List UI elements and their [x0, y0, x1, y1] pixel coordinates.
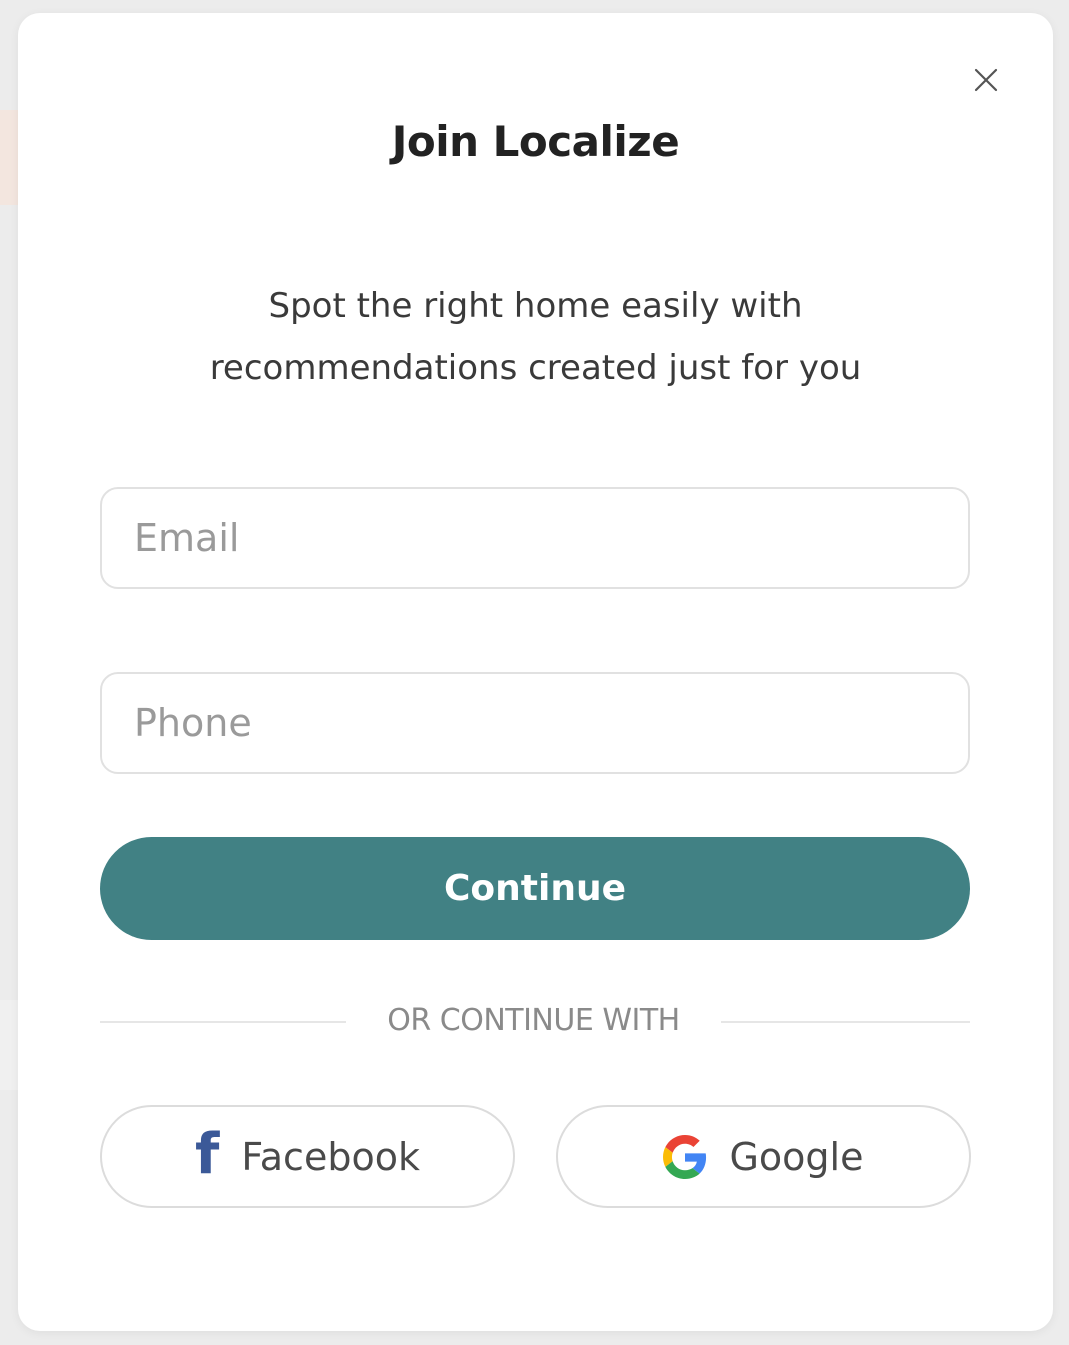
continue-button[interactable]: Continue	[100, 837, 970, 940]
backdrop-content	[0, 110, 18, 205]
divider-text: OR CONTINUE WITH	[387, 1003, 680, 1038]
divider-line	[721, 1021, 970, 1023]
modal-subtitle: Spot the right home easily with recommen…	[138, 275, 933, 399]
google-label: Google	[729, 1134, 864, 1179]
phone-field[interactable]	[100, 672, 970, 774]
modal-title: Join Localize	[391, 117, 680, 166]
backdrop-content	[0, 1000, 18, 1090]
subtitle-line: Spot the right home easily with	[268, 286, 803, 326]
close-button[interactable]	[969, 63, 1003, 97]
google-icon	[663, 1134, 707, 1179]
facebook-icon: f	[195, 1121, 220, 1187]
facebook-button[interactable]: f Facebook	[100, 1105, 515, 1208]
signup-modal: Join Localize Spot the right home easily…	[18, 13, 1053, 1331]
facebook-label: Facebook	[241, 1134, 420, 1179]
email-field[interactable]	[100, 487, 970, 589]
close-icon	[974, 68, 998, 92]
subtitle-line: recommendations created just for you	[209, 348, 862, 388]
divider-line	[100, 1021, 346, 1023]
google-button[interactable]: Google	[556, 1105, 971, 1208]
